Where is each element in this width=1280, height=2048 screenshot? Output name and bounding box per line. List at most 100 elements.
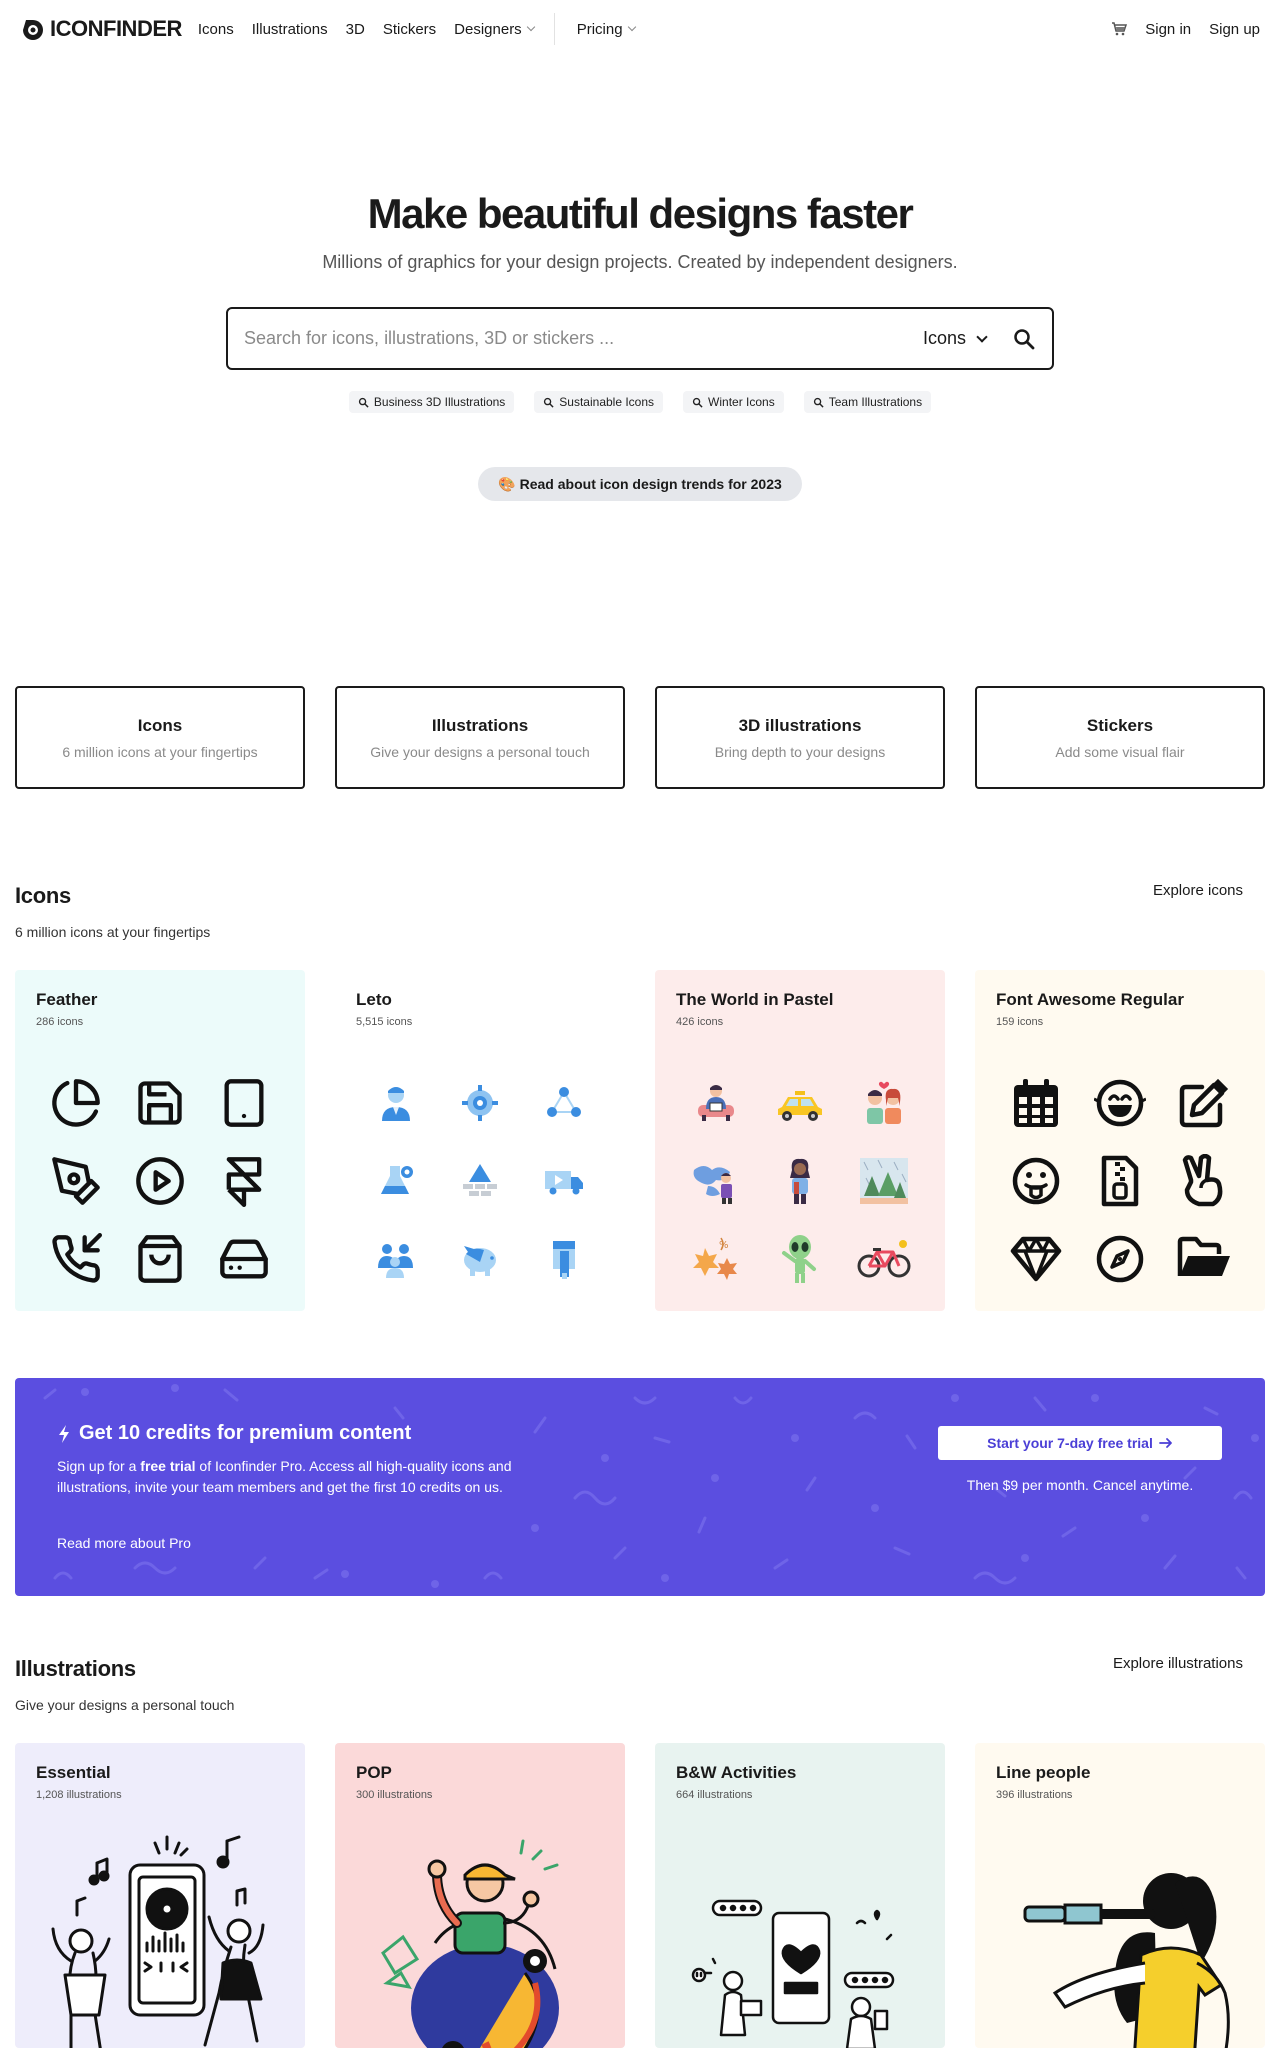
chevron-down-icon xyxy=(976,330,988,343)
icon-set-card[interactable]: Font Awesome Regular 159 icons xyxy=(975,970,1265,1311)
team-icon xyxy=(357,1220,435,1298)
search-chip[interactable]: Team Illustrations xyxy=(803,391,932,413)
search-type-label: Icons xyxy=(922,328,966,348)
category-title: Icons xyxy=(137,716,183,735)
icon-preview-grid xyxy=(37,1064,283,1298)
icon-sets: Feather 286 icons Leto 5,515 icons The W… xyxy=(15,970,1265,1311)
search-icon[interactable] xyxy=(1012,327,1036,351)
category-card-stickers[interactable]: Stickers Add some visual flair xyxy=(975,686,1265,789)
search-type-select[interactable]: Icons xyxy=(922,328,988,349)
sign-up-link[interactable]: Sign up xyxy=(1209,21,1260,38)
calendar-icon xyxy=(997,1064,1075,1142)
tablet-icon xyxy=(205,1064,283,1142)
hero-title: Make beautiful designs faster xyxy=(368,190,914,238)
set-name: Leto xyxy=(356,990,392,1009)
read-more-pro-link[interactable]: Read more about Pro xyxy=(57,1535,191,1551)
chevron-down-icon xyxy=(526,22,535,32)
icon-set-card[interactable]: The World in Pastel 426 icons % xyxy=(655,970,945,1311)
compass-icon xyxy=(1081,1220,1159,1298)
search-chip-label: Team Illustrations xyxy=(828,395,923,409)
search-chip[interactable]: Sustainable Icons xyxy=(534,391,664,413)
search-chip-label: Sustainable Icons xyxy=(559,395,655,409)
promo-text-bold: free trial xyxy=(140,1458,196,1474)
explore-illustrations-link[interactable]: Explore illustrations xyxy=(1113,1655,1243,1672)
card-reader-icon xyxy=(525,1220,603,1298)
logo[interactable]: ICONFINDER xyxy=(20,16,182,42)
pro-promo-banner: Get 10 credits for premium content Sign … xyxy=(15,1378,1265,1596)
search-input[interactable] xyxy=(244,328,923,349)
alien-icon xyxy=(761,1220,839,1298)
hero: Make beautiful designs faster Millions o… xyxy=(0,190,1280,273)
search-chip[interactable]: Business 3D Illustrations xyxy=(348,391,515,413)
shopping-bag-icon xyxy=(121,1220,199,1298)
search-icon xyxy=(813,397,824,408)
illustration-set-card[interactable]: B&W Activities 664 illustrations xyxy=(655,1743,945,2048)
set-count: 5,515 icons xyxy=(356,1016,413,1028)
category-desc: Add some visual flair xyxy=(1055,744,1185,760)
search-chip[interactable]: Winter Icons xyxy=(683,391,784,413)
icon-set-card[interactable]: Leto 5,515 icons xyxy=(335,970,625,1311)
pie-chart-icon xyxy=(37,1064,115,1142)
play-circle-icon xyxy=(121,1142,199,1220)
nav-3d[interactable]: 3D xyxy=(346,21,365,38)
framer-icon xyxy=(205,1142,283,1220)
nav-icons[interactable]: Icons xyxy=(198,21,234,38)
search-icon xyxy=(544,397,554,408)
set-count: 286 icons xyxy=(36,1016,84,1028)
set-count: 664 illustrations xyxy=(676,1789,753,1801)
cart-icon[interactable] xyxy=(1111,21,1128,37)
bicycle-icon xyxy=(845,1220,923,1298)
hard-drive-icon xyxy=(205,1220,283,1298)
music-phone-illustration xyxy=(51,1835,265,2048)
edit-icon xyxy=(1165,1064,1243,1142)
phone-incoming-icon xyxy=(37,1220,115,1298)
search-bar: Icons xyxy=(226,307,1054,370)
video-truck-icon xyxy=(525,1142,603,1220)
promo-title: Get 10 credits for premium content xyxy=(57,1422,411,1445)
save-icon xyxy=(121,1064,199,1142)
nav-pricing-label: Pricing xyxy=(576,20,623,38)
tongue-face-icon xyxy=(997,1142,1075,1220)
nav-pricing-dropdown[interactable]: Pricing xyxy=(576,20,636,38)
set-name: Feather xyxy=(36,990,98,1009)
design-trends-banner[interactable]: 🎨 Read about icon design trends for 2023 xyxy=(478,467,802,501)
peace-hand-icon xyxy=(1165,1142,1243,1220)
category-title: Stickers xyxy=(1086,716,1154,735)
nav-illustrations[interactable]: Illustrations xyxy=(252,21,328,38)
set-count: 159 icons xyxy=(996,1016,1044,1028)
category-card-illustrations[interactable]: Illustrations Give your designs a person… xyxy=(335,686,625,789)
gem-icon xyxy=(997,1220,1075,1298)
sign-in-link[interactable]: Sign in xyxy=(1145,21,1191,38)
illustration-set-card[interactable]: POP 300 illustrations xyxy=(335,1743,625,2048)
illustration-set-card[interactable]: Line people 396 illustrations xyxy=(975,1743,1265,2048)
piggy-bank-icon xyxy=(441,1220,519,1298)
nav-stickers[interactable]: Stickers xyxy=(383,21,436,38)
set-count: 426 icons xyxy=(676,1016,724,1028)
icons-section-subtitle: 6 million icons at your fingertips xyxy=(15,924,211,940)
nav-designers-dropdown[interactable]: Designers xyxy=(454,21,535,38)
illustration-set-card[interactable]: Essential 1,208 illustrations xyxy=(15,1743,305,2048)
set-name: Font Awesome Regular xyxy=(996,990,1184,1009)
set-count: 1,208 illustrations xyxy=(36,1789,122,1801)
start-trial-label: Start your 7-day free trial xyxy=(987,1435,1153,1451)
logo-text: ICONFINDER xyxy=(50,16,182,41)
nav-divider xyxy=(553,13,555,45)
category-card-icons[interactable]: Icons 6 million icons at your fingertips xyxy=(15,686,305,789)
category-card-3d[interactable]: 3D illustrations Bring depth to your des… xyxy=(655,686,945,789)
explore-icons-link[interactable]: Explore icons xyxy=(1153,882,1243,899)
iconfinder-logo-icon xyxy=(23,20,43,40)
category-title: Illustrations xyxy=(431,716,529,735)
icon-preview-grid xyxy=(997,1064,1243,1298)
icon-set-card[interactable]: Feather 286 icons xyxy=(15,970,305,1311)
set-name: B&W Activities xyxy=(676,1763,797,1782)
suggested-searches: Business 3D Illustrations Sustainable Ic… xyxy=(0,391,1280,413)
lab-flask-icon xyxy=(357,1142,435,1220)
palette-icon: 🎨 xyxy=(498,475,516,492)
category-desc: Bring depth to your designs xyxy=(714,744,886,760)
social-media-illustration xyxy=(691,1899,895,2048)
illustration-sets: Essential 1,208 illustrations POP 300 il… xyxy=(15,1743,1265,2048)
start-trial-button[interactable]: Start your 7-day free trial xyxy=(938,1426,1222,1460)
file-archive-icon xyxy=(1081,1142,1159,1220)
illustrations-section-title: Illustrations xyxy=(15,1656,136,1681)
settings-gear-icon xyxy=(441,1064,519,1142)
